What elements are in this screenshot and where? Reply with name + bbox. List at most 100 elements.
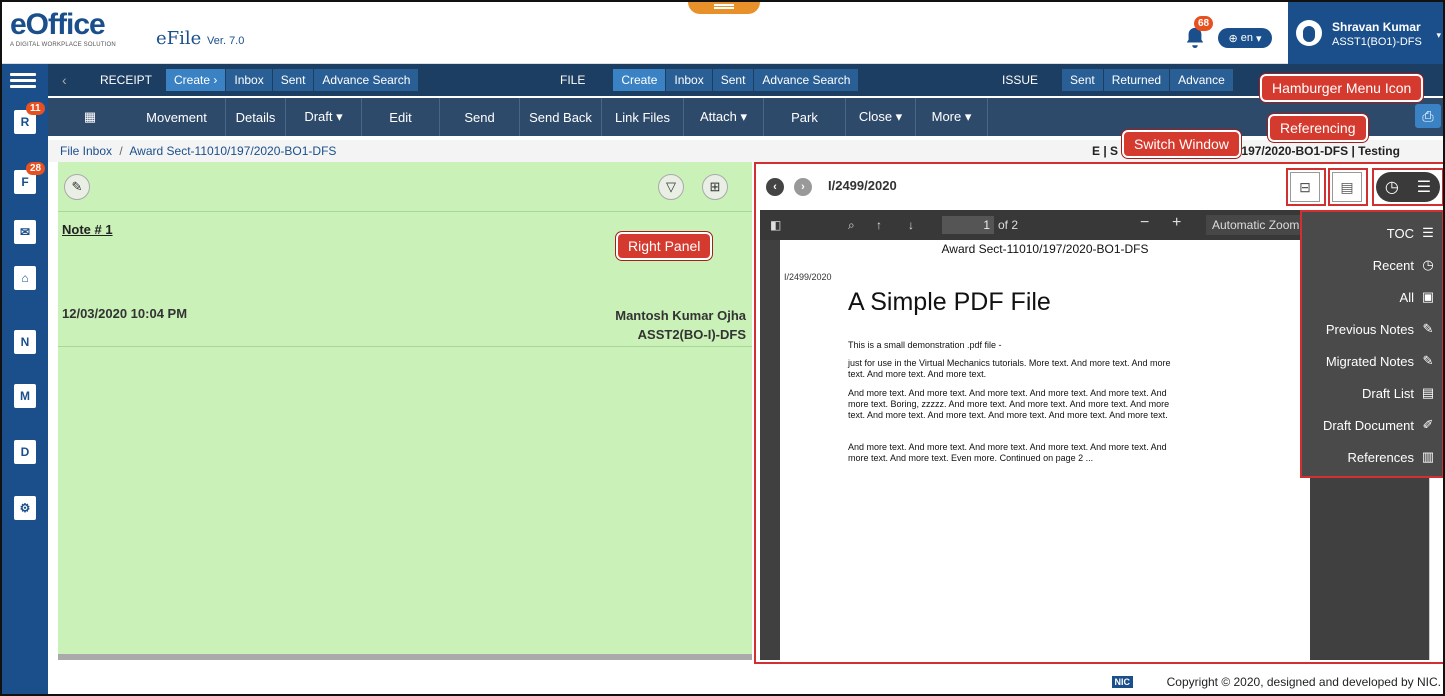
next-document-icon[interactable]: ›: [794, 178, 812, 196]
send-button[interactable]: Send: [440, 98, 520, 136]
movement-button[interactable]: Movement: [128, 98, 226, 136]
next-page-icon[interactable]: ↓: [908, 218, 914, 232]
write-note-icon[interactable]: ✎: [64, 174, 90, 200]
receipt-badge: 11: [26, 102, 45, 115]
file-info-left: E | S: [1092, 144, 1119, 158]
file-icon[interactable]: F 28: [10, 162, 46, 196]
note-author: Mantosh Kumar Ojha ASST2(BO-I)-DFS: [615, 306, 746, 344]
previous-document-icon[interactable]: ‹: [766, 178, 784, 196]
receipt-inbox[interactable]: Inbox: [226, 69, 273, 91]
expand-icon[interactable]: ⊞: [702, 174, 728, 200]
menu-item-toc-label: TOC: [1386, 225, 1414, 241]
note-title[interactable]: Note # 1: [62, 222, 113, 237]
dak-icon[interactable]: ✉: [10, 216, 40, 246]
user-menu[interactable]: Shravan Kumar ASST1(BO1)-DFS ▾: [1288, 2, 1443, 64]
menu-item-references[interactable]: References ▥: [1348, 442, 1436, 472]
search-icon[interactable]: ⌕: [848, 218, 855, 233]
more-button[interactable]: More ▾: [916, 98, 988, 136]
sidebar-toggle-icon[interactable]: ◧: [770, 218, 781, 232]
logo: eOffice A DIGITAL WORKPLACE SOLUTION eFi…: [10, 8, 244, 49]
menu-item-draft-list[interactable]: Draft List ▤: [1362, 378, 1436, 408]
print-icon[interactable]: ⎙: [1415, 104, 1441, 128]
edit-button[interactable]: Edit: [362, 98, 440, 136]
file-create[interactable]: Create: [613, 69, 667, 91]
settings-user-icon[interactable]: ⚙: [10, 492, 40, 522]
receipt-menu-label: RECEIPT: [86, 69, 167, 91]
file-advance-search[interactable]: Advance Search: [754, 69, 860, 91]
callout-referencing: Referencing: [1268, 114, 1368, 142]
file-transfer-icon[interactable]: M: [10, 380, 40, 410]
pdf-paragraph-1: This is a small demonstration .pdf file …: [848, 340, 1002, 350]
park-button[interactable]: Park: [764, 98, 846, 136]
menu-item-migrated-notes[interactable]: Migrated Notes ✎: [1326, 346, 1436, 376]
chevron-left-icon[interactable]: ‹: [62, 72, 67, 88]
breadcrumb-root[interactable]: File Inbox: [60, 144, 112, 158]
top-drawer-tab[interactable]: [688, 2, 760, 14]
mail-icon[interactable]: N: [10, 326, 40, 356]
avatar: [1296, 20, 1322, 46]
horizontal-scrollbar[interactable]: [58, 654, 752, 660]
chevron-down-icon: ▾: [1255, 32, 1262, 45]
note-date: 12/03/2020 10:04 PM: [62, 306, 188, 321]
top-menubar: ‹ RECEIPT Create › Inbox Sent Advance Se…: [48, 64, 1443, 96]
language-selector[interactable]: ⊕ en ▾: [1218, 28, 1272, 48]
close-button[interactable]: Close ▾: [846, 98, 916, 136]
left-sidebar: R 11 F 28 ✉ ⌂ N M D ⚙: [2, 64, 48, 694]
clock-icon: ◷: [1422, 257, 1434, 272]
draft-button[interactable]: Draft ▾: [286, 98, 362, 136]
referencing-highlight: [1328, 168, 1368, 206]
zoom-out-icon[interactable]: −: [1140, 214, 1149, 232]
note-author-role: ASST2(BO-I)-DFS: [637, 327, 746, 342]
menu-item-all[interactable]: All ▣: [1400, 282, 1436, 312]
receipt-menu: RECEIPT Create › Inbox Sent Advance Sear…: [86, 69, 420, 91]
note-divider: [58, 346, 752, 347]
zoom-select[interactable]: Automatic Zoom: [1206, 215, 1306, 235]
send-back-button[interactable]: Send Back: [520, 98, 602, 136]
page-number-input[interactable]: 1: [942, 216, 994, 234]
file-sent[interactable]: Sent: [712, 69, 755, 91]
pdf-title: A Simple PDF File: [848, 288, 1051, 316]
menu-item-draft-list-label: Draft List: [1361, 385, 1414, 401]
menu-item-recent-label: Recent: [1372, 257, 1414, 273]
zoom-in-icon[interactable]: +: [1172, 214, 1181, 232]
callout-right-panel: Right Panel: [616, 232, 713, 260]
globe-icon: ⊕: [1228, 32, 1238, 45]
previous-page-icon[interactable]: ↑: [876, 218, 882, 232]
menu-item-previous-notes[interactable]: Previous Notes ✎: [1326, 314, 1436, 344]
menu-item-recent[interactable]: Recent ◷: [1373, 250, 1436, 280]
receipt-advance-search[interactable]: Advance Search: [314, 69, 420, 91]
hamburger-icon[interactable]: [10, 70, 36, 92]
details-button[interactable]: Details: [226, 98, 286, 136]
product-version: Ver. 7.0: [207, 35, 245, 47]
hamburger-highlight: [1372, 168, 1443, 206]
inbox-icon[interactable]: ⌂: [10, 262, 40, 292]
filter-icon[interactable]: ▽: [658, 174, 684, 200]
switch-window-highlight: [1286, 168, 1326, 206]
menu-item-all-label: All: [1399, 289, 1414, 305]
issue-advance[interactable]: Advance: [1170, 69, 1234, 91]
breadcrumb-separator: /: [119, 144, 123, 158]
pdf-paragraph-3: And more text. And more text. And more t…: [848, 388, 1170, 420]
menu-item-toc[interactable]: TOC ☰: [1387, 218, 1436, 248]
notification-bell[interactable]: 68: [1184, 16, 1214, 48]
receipt-icon[interactable]: R 11: [10, 102, 45, 136]
link-files-button[interactable]: Link Files: [602, 98, 684, 136]
brand-name: eOffice: [10, 8, 106, 41]
issue-sent[interactable]: Sent: [1062, 69, 1104, 91]
file-type-icon: ▦: [83, 109, 97, 124]
notes-panel-header: ✎ ▽ ⊞: [58, 162, 752, 212]
menu-item-draft-document[interactable]: Draft Document ✐: [1323, 410, 1436, 440]
callout-switch-window: Switch Window: [1122, 130, 1241, 158]
receipt-sent[interactable]: Sent: [272, 69, 315, 91]
file-badge: 28: [26, 162, 46, 175]
attach-button[interactable]: Attach ▾: [684, 98, 764, 136]
issue-returned[interactable]: Returned: [1103, 69, 1171, 91]
copyright-text: Copyright © 2020, designed and developed…: [1166, 675, 1441, 689]
doc-icon[interactable]: D: [10, 436, 40, 466]
file-inbox[interactable]: Inbox: [666, 69, 713, 91]
receipt-create[interactable]: Create ›: [166, 69, 227, 91]
pdf-icon: ▣: [1421, 289, 1435, 304]
pdf-page: Award Sect-11010/197/2020-BO1-DFS I/2499…: [780, 240, 1310, 660]
product-label: eFile: [156, 28, 202, 49]
page-total: of 2: [998, 218, 1019, 232]
